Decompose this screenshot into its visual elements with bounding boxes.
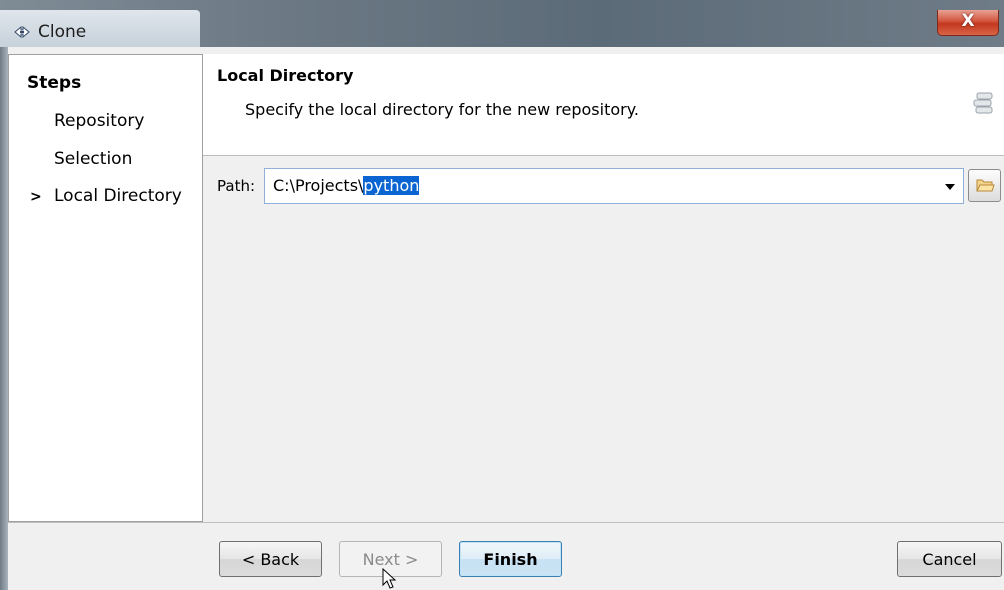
path-text-selected: python [363, 176, 420, 195]
close-button[interactable]: X [937, 10, 999, 36]
step-item-repository: Repository [54, 111, 145, 131]
window-title: Clone [38, 22, 87, 42]
path-label: Path: [217, 177, 256, 195]
wizard-banner-icon [973, 92, 993, 114]
back-button[interactable]: < Back [219, 541, 322, 577]
finish-button[interactable]: Finish [459, 541, 562, 577]
path-combobox[interactable]: C:\Projects\python [264, 168, 964, 204]
path-input[interactable]: C:\Projects\python [273, 176, 420, 195]
page-title: Local Directory [217, 66, 354, 85]
window-frame-left [0, 47, 8, 590]
cancel-button[interactable]: Cancel [897, 541, 1002, 577]
step-item-local-directory: Local Directory [54, 186, 182, 206]
title-bar[interactable]: Clone X [0, 0, 1004, 47]
step-item-selection: Selection [54, 149, 133, 169]
path-text: C:\Projects\ [273, 176, 364, 195]
chevron-down-icon[interactable] [945, 184, 955, 190]
title-bar-glass [0, 10, 200, 47]
steps-title: Steps [27, 73, 82, 93]
page-header: Local Directory Specify the local direct… [203, 54, 1004, 156]
browse-folder-button[interactable] [968, 169, 1001, 202]
page-description: Specify the local directory for the new … [245, 100, 639, 119]
clone-dialog: Clone X Steps Repository Selection > Loc… [0, 0, 1004, 590]
mouse-cursor-icon [382, 568, 397, 589]
footer-separator [8, 522, 1004, 523]
close-icon: X [961, 11, 975, 31]
clone-app-icon [14, 26, 30, 38]
folder-icon [976, 179, 995, 192]
steps-panel: Steps Repository Selection > Local Direc… [8, 54, 203, 522]
current-step-marker: > [30, 189, 42, 205]
